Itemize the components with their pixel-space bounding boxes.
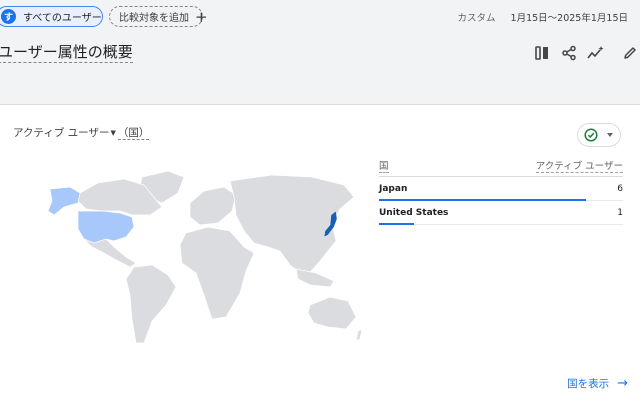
europe bbox=[189, 186, 237, 226]
check-circle-icon bbox=[584, 128, 598, 142]
insights-icon[interactable] bbox=[587, 44, 605, 62]
share-icon[interactable] bbox=[560, 44, 578, 62]
segment-badge: す bbox=[1, 9, 16, 24]
users-by-country-card: アクティブ ユーザー▼ （国） 国 アクティブ ユーザー Japan 6 Uni… bbox=[0, 104, 640, 405]
date-range-picker[interactable]: カスタム 1月15日～2025年1月15日 bbox=[458, 10, 629, 24]
arrow-right-icon: → bbox=[617, 375, 628, 391]
plus-icon: + bbox=[195, 7, 208, 26]
date-preset-label: カスタム bbox=[457, 13, 496, 24]
value-bar bbox=[379, 223, 414, 225]
table-header: 国 アクティブ ユーザー bbox=[379, 155, 623, 177]
dimension-label: （国） bbox=[117, 127, 150, 140]
add-comparison-chip[interactable]: 比較対象を追加 + bbox=[109, 6, 208, 27]
metric-selector[interactable]: アクティブ ユーザー bbox=[13, 127, 109, 139]
add-comparison-label: 比較対象を追加 bbox=[119, 13, 189, 24]
card-title[interactable]: アクティブ ユーザー▼ （国） bbox=[13, 125, 150, 140]
country-name: United States bbox=[379, 208, 449, 218]
dropdown-caret-icon: ▼ bbox=[110, 129, 116, 137]
chevron-down-icon bbox=[607, 133, 613, 137]
southeast-asia bbox=[295, 268, 335, 288]
data-quality-button[interactable] bbox=[577, 123, 621, 147]
compare-columns-icon[interactable] bbox=[533, 44, 551, 62]
new-zealand bbox=[355, 328, 363, 342]
view-countries-link[interactable]: 国を表示 → bbox=[567, 376, 628, 391]
column-header-active-users: アクティブ ユーザー bbox=[535, 158, 623, 173]
table-row[interactable]: Japan 6 bbox=[379, 177, 623, 201]
landmass-group bbox=[77, 170, 363, 344]
country-table: 国 アクティブ ユーザー Japan 6 United States 1 bbox=[379, 155, 623, 225]
segment-chip-all-users[interactable]: す すべてのユーザー bbox=[0, 6, 103, 27]
active-users-value: 6 bbox=[617, 184, 623, 194]
south-america bbox=[125, 264, 177, 344]
country-united-states bbox=[77, 210, 135, 244]
mexico-central-america bbox=[83, 238, 137, 268]
world-map[interactable] bbox=[40, 167, 370, 352]
country-name: Japan bbox=[379, 184, 408, 194]
title-row: ユーザー属性の概要 bbox=[0, 32, 640, 72]
australia bbox=[307, 296, 357, 330]
segment-chip-label: すべてのユーザー bbox=[23, 13, 102, 24]
page-title: ユーザー属性の概要 bbox=[0, 43, 133, 63]
column-header-country: 国 bbox=[379, 158, 389, 173]
edit-pencil-icon[interactable] bbox=[621, 44, 639, 62]
view-countries-label: 国を表示 bbox=[567, 378, 610, 390]
active-users-value: 1 bbox=[617, 208, 623, 218]
table-row[interactable]: United States 1 bbox=[379, 201, 623, 225]
country-alaska-us bbox=[47, 186, 81, 216]
top-bar: す すべてのユーザー 比較対象を追加 + カスタム 1月15日～2025年1月1… bbox=[0, 0, 640, 32]
africa bbox=[179, 226, 255, 320]
date-range-value: 1月15日～2025年1月15日 bbox=[510, 13, 628, 24]
